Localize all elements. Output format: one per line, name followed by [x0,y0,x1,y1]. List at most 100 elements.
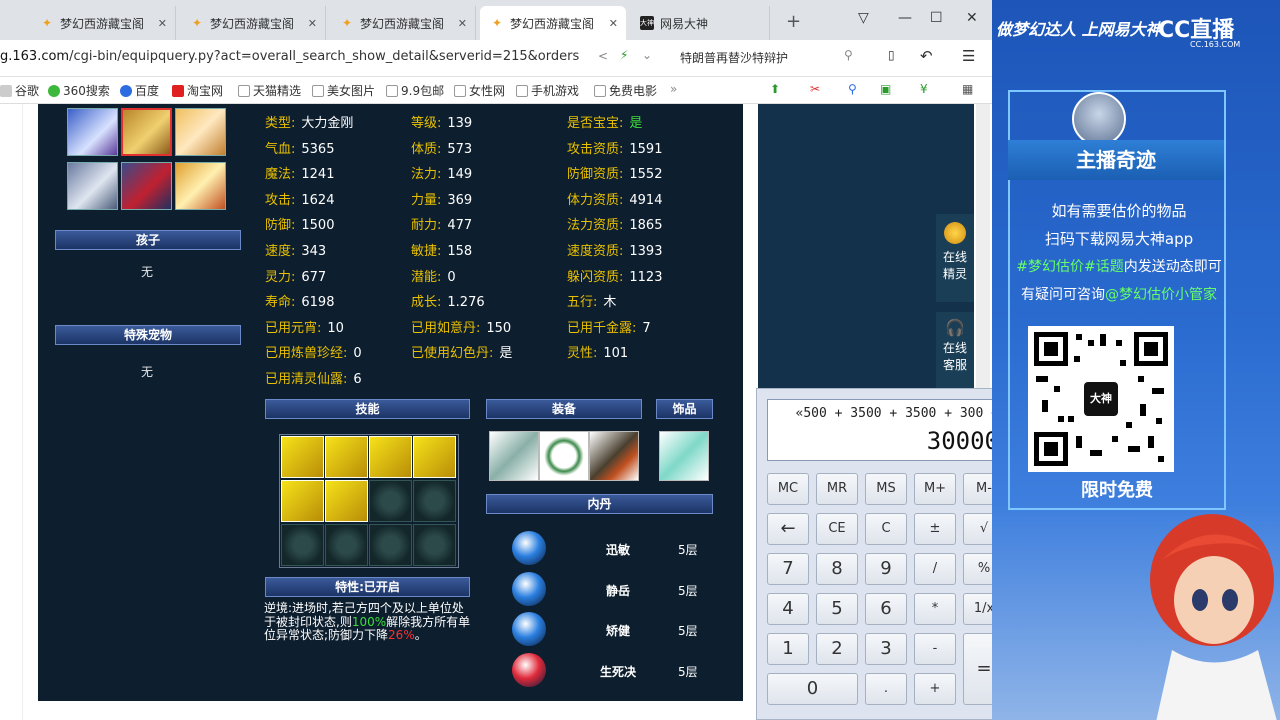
lightning-icon[interactable]: ⚡ [620,48,628,62]
neidan-orb-icon[interactable] [512,571,546,606]
character-illustration [1150,514,1277,720]
pet-avatar[interactable] [175,162,226,210]
tab-2[interactable]: ✦ 梦幻西游藏宝阁 ✕ [180,6,326,40]
bookmark-item[interactable]: 手机游戏 [516,82,579,99]
calc-key-minus[interactable]: - [914,633,956,665]
chevron-down-icon[interactable]: ⌄ [642,48,652,62]
share-icon[interactable]: < [598,49,608,63]
calc-key-7[interactable]: 7 [767,553,809,585]
side-button-label: 在线 [942,250,967,264]
page-scrollbar[interactable] [976,104,990,389]
stat-value: 1865 [629,218,663,234]
pet-avatar-selected[interactable] [121,108,172,156]
skill-slot[interactable] [281,480,324,522]
close-tab-icon[interactable]: ✕ [609,17,618,30]
calc-key-ce[interactable]: CE [816,513,858,545]
skill-slot[interactable] [413,436,456,478]
tab-5[interactable]: 大神 网易大神 [630,6,770,40]
close-tab-icon[interactable]: ✕ [158,17,167,30]
reading-icon[interactable]: ▯ [888,48,895,62]
skill-slot[interactable] [369,436,412,478]
tab-3[interactable]: ✦ 梦幻西游藏宝阁 ✕ [330,6,476,40]
bookmark-item[interactable]: 女性网 [454,82,505,99]
child-header: 孩子 [55,230,241,250]
calc-key-6[interactable]: 6 [865,593,907,625]
tab-1[interactable]: ✦ 梦幻西游藏宝阁 ✕ [30,6,176,40]
ornament-slot[interactable] [659,431,709,481]
skill-slot[interactable] [281,436,324,478]
online-support-button[interactable]: 🎧 在线 客服 [936,312,974,388]
calc-key-1[interactable]: 1 [767,633,809,665]
url-field[interactable]: g.163.com/cgi-bin/equipquery.py?act=over… [0,49,579,64]
calc-key-5[interactable]: 5 [816,593,858,625]
skill-slot[interactable] [325,436,368,478]
scissors-icon[interactable]: ✂ [810,82,820,96]
calc-key-3[interactable]: 3 [865,633,907,665]
calc-key-2[interactable]: 2 [816,633,858,665]
empty-skill-slot [369,480,412,522]
neidan-orb-icon[interactable] [512,531,546,565]
calc-key-multiply[interactable]: * [914,593,956,625]
tab-menu-icon[interactable]: ▽ [858,10,869,26]
new-tab-button[interactable]: + [786,11,801,32]
search-icon[interactable]: ⚲ [844,48,853,62]
calc-key-divide[interactable]: / [914,553,956,585]
pet-avatar[interactable] [67,162,118,210]
stat-value: 677 [301,269,327,285]
bookmark-item[interactable]: 天猫精选 [238,82,301,99]
trait-percent: 26% [388,628,415,642]
pet-avatar[interactable] [67,108,118,156]
neidan-level: 5层 [678,624,698,638]
menu-icon[interactable]: ☰ [962,47,975,65]
calc-key-plus-minus[interactable]: ± [914,513,956,545]
bookmark-item[interactable]: 免费电影 [594,82,657,99]
magnifier-icon[interactable]: ⚲ [848,82,857,96]
more-bookmarks-icon[interactable]: » [670,82,677,96]
maximize-icon[interactable]: ☐ [930,10,943,26]
calc-key-plus[interactable]: + [914,673,956,705]
calc-key-m-plus[interactable]: M+ [914,473,956,505]
bookmark-item[interactable]: 谷歌 [0,82,39,99]
calc-key-decimal[interactable]: . [865,673,907,705]
equipment-slot[interactable] [539,431,589,481]
child-value: 无 [141,265,154,279]
bookmark-item[interactable]: 9.9包邮 [386,82,444,99]
stat-row: 体力资质: 4914 [567,189,662,208]
pet-avatar[interactable] [121,162,172,210]
calc-key-4[interactable]: 4 [767,593,809,625]
stat-row: 已用炼兽珍经: 0 [265,342,362,361]
money-icon[interactable]: ¥ [920,82,928,96]
calc-key-8[interactable]: 8 [816,553,858,585]
calc-key-mr[interactable]: MR [816,473,858,505]
skill-slot[interactable] [325,480,368,522]
calc-key-ms[interactable]: MS [865,473,907,505]
pet-avatar[interactable] [175,108,226,156]
neidan-orb-icon[interactable] [512,612,546,646]
extension-icon[interactable]: ⬆ [770,82,780,96]
stat-value: 101 [603,346,629,362]
calc-key-9[interactable]: 9 [865,553,907,585]
tab-4-active[interactable]: ✦ 梦幻西游藏宝阁 ✕ [480,6,626,40]
bookmark-item[interactable]: 360搜索 [48,82,110,99]
close-window-icon[interactable]: ✕ [966,10,978,26]
bookmark-item[interactable]: 美女图片 [312,82,375,99]
equipment-slot[interactable] [489,431,539,481]
close-tab-icon[interactable]: ✕ [308,17,317,30]
apps-grid-icon[interactable]: ▦ [962,82,973,96]
undo-icon[interactable]: ↶ [920,47,933,65]
bookmark-item[interactable]: 淘宝网 [172,82,223,99]
stat-row: 潜能: 0 [411,266,456,285]
equipment-slot[interactable] [589,431,639,481]
minimize-icon[interactable]: — [898,10,912,26]
close-tab-icon[interactable]: ✕ [458,17,467,30]
calc-key-0[interactable]: 0 [767,673,858,705]
online-spirit-button[interactable]: 在线 精灵 [936,214,974,302]
stat-label: 已用清灵仙露: [265,372,348,387]
calc-key-mc[interactable]: MC [767,473,809,505]
bookmark-item[interactable]: 百度 [120,82,159,99]
neidan-orb-icon[interactable] [512,652,546,687]
info-line: 有疑问可咨询@梦幻估价小管家 [1010,284,1228,304]
game-icon[interactable]: ▣ [880,82,891,96]
calc-key-backspace[interactable]: ← [767,513,809,545]
calc-key-c[interactable]: C [865,513,907,545]
